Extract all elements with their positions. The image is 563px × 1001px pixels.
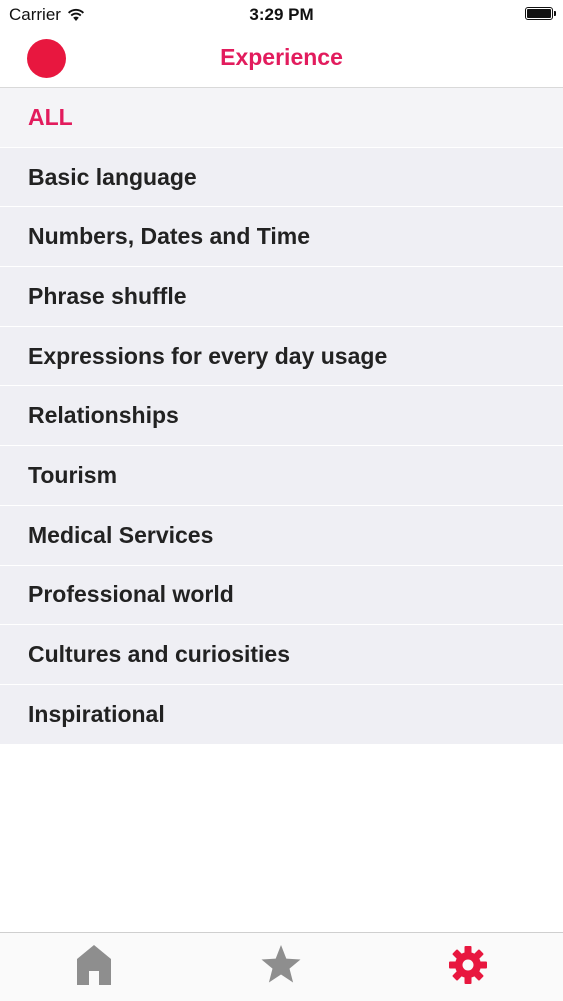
category-item-expressions[interactable]: Expressions for every day usage (0, 326, 563, 387)
category-item-relationships[interactable]: Relationships (0, 386, 563, 447)
home-icon (77, 945, 111, 985)
battery-icon (525, 7, 556, 20)
page-title: Experience (220, 44, 343, 70)
status-bar: Carrier 3:29 PM (0, 0, 563, 30)
status-time: 3:29 PM (249, 5, 314, 24)
tab-favorites[interactable] (261, 943, 301, 987)
gear-icon (449, 946, 487, 984)
category-item-cultures[interactable]: Cultures and curiosities (0, 625, 563, 685)
navigation-bar: Experience (0, 30, 563, 88)
category-list: ALL Basic language Numbers, Dates and Ti… (0, 88, 563, 745)
category-item-tourism[interactable]: Tourism (0, 446, 563, 506)
category-item-numbers-dates-time[interactable]: Numbers, Dates and Time (0, 207, 563, 268)
star-icon (261, 945, 301, 983)
category-item-phrase-shuffle[interactable]: Phrase shuffle (0, 267, 563, 327)
category-item-inspirational[interactable]: Inspirational (0, 684, 563, 745)
category-item-basic-language[interactable]: Basic language (0, 147, 563, 208)
tab-home[interactable] (74, 943, 114, 987)
category-item-all[interactable]: ALL (0, 88, 563, 148)
tab-bar (0, 932, 563, 1001)
category-item-professional-world[interactable]: Professional world (0, 565, 563, 626)
category-item-medical-services[interactable]: Medical Services (0, 505, 563, 566)
tab-settings[interactable] (448, 943, 488, 987)
